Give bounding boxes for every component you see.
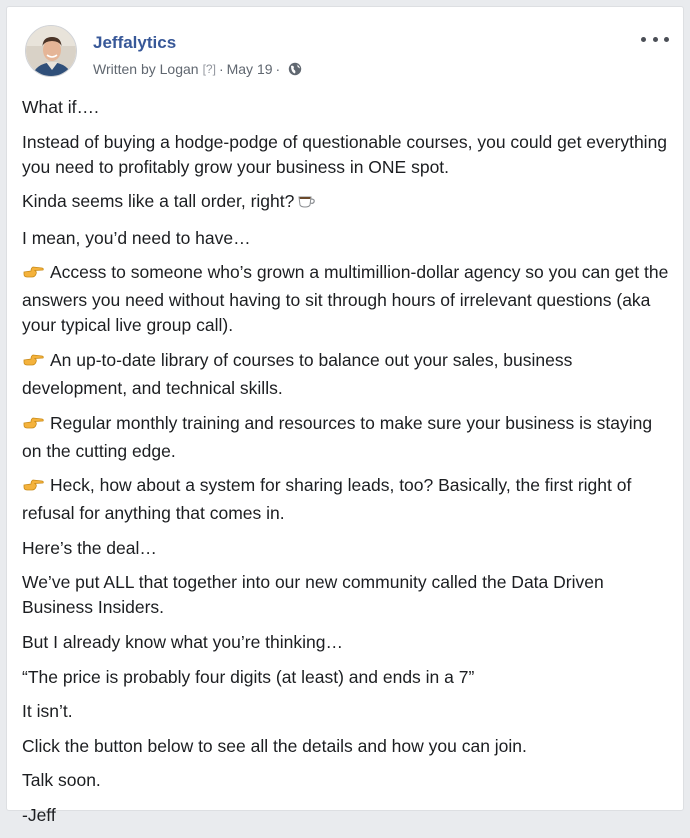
bullet-paragraph: Heck, how about a system for sharing lea… bbox=[22, 475, 632, 524]
post-meta: Written by Logan [?] · May 19 · bbox=[93, 61, 302, 77]
paragraph: We’ve put ALL that together into our new… bbox=[22, 572, 604, 618]
pointing-hand-icon bbox=[22, 476, 44, 501]
meta-separator: · bbox=[218, 61, 224, 77]
written-by-label: Written by Logan bbox=[93, 61, 199, 77]
more-dots-icon[interactable] bbox=[641, 31, 669, 47]
coffee-cup-icon bbox=[297, 191, 317, 216]
bullet-paragraph: An up-to-date library of courses to bala… bbox=[22, 349, 573, 398]
paragraph: I mean, you’d need to have… bbox=[22, 227, 251, 248]
paragraph: “The price is probably four digits (at l… bbox=[22, 666, 475, 687]
paragraph: Talk soon. bbox=[22, 770, 101, 791]
paragraph: Here’s the deal… bbox=[22, 537, 157, 558]
globe-icon[interactable] bbox=[288, 62, 302, 76]
pointing-hand-icon bbox=[22, 263, 44, 288]
paragraph: What if…. bbox=[22, 97, 99, 117]
paragraph: Click the button below to see all the de… bbox=[22, 735, 527, 756]
author-avatar[interactable] bbox=[25, 25, 77, 77]
author-name-link[interactable]: Jeffalytics bbox=[93, 33, 176, 53]
paragraph: It isn’t. bbox=[22, 701, 73, 722]
help-link[interactable]: [?] bbox=[203, 62, 216, 76]
paragraph: -Jeff bbox=[22, 804, 56, 825]
paragraph: Instead of buying a hodge-podge of quest… bbox=[22, 131, 668, 177]
paragraph: But I already know what you’re thinking… bbox=[22, 631, 343, 652]
post-date-link[interactable]: May 19 bbox=[227, 61, 273, 77]
post-card: Jeffalytics Written by Logan [?] · May 1… bbox=[6, 6, 684, 825]
pointing-hand-icon bbox=[22, 414, 44, 439]
post-body: What if…. Instead of buying a hodge-podg… bbox=[22, 95, 672, 838]
meta-separator-2: · bbox=[275, 61, 281, 77]
bullet-paragraph: Regular monthly training and resources t… bbox=[22, 412, 653, 461]
post-header: Jeffalytics Written by Logan [?] · May 1… bbox=[21, 21, 671, 81]
paragraph: Kinda seems like a tall order, right? bbox=[22, 189, 672, 216]
bullet-paragraph: Access to someone who’s grown a multimil… bbox=[22, 262, 669, 336]
pointing-hand-icon bbox=[22, 351, 44, 376]
